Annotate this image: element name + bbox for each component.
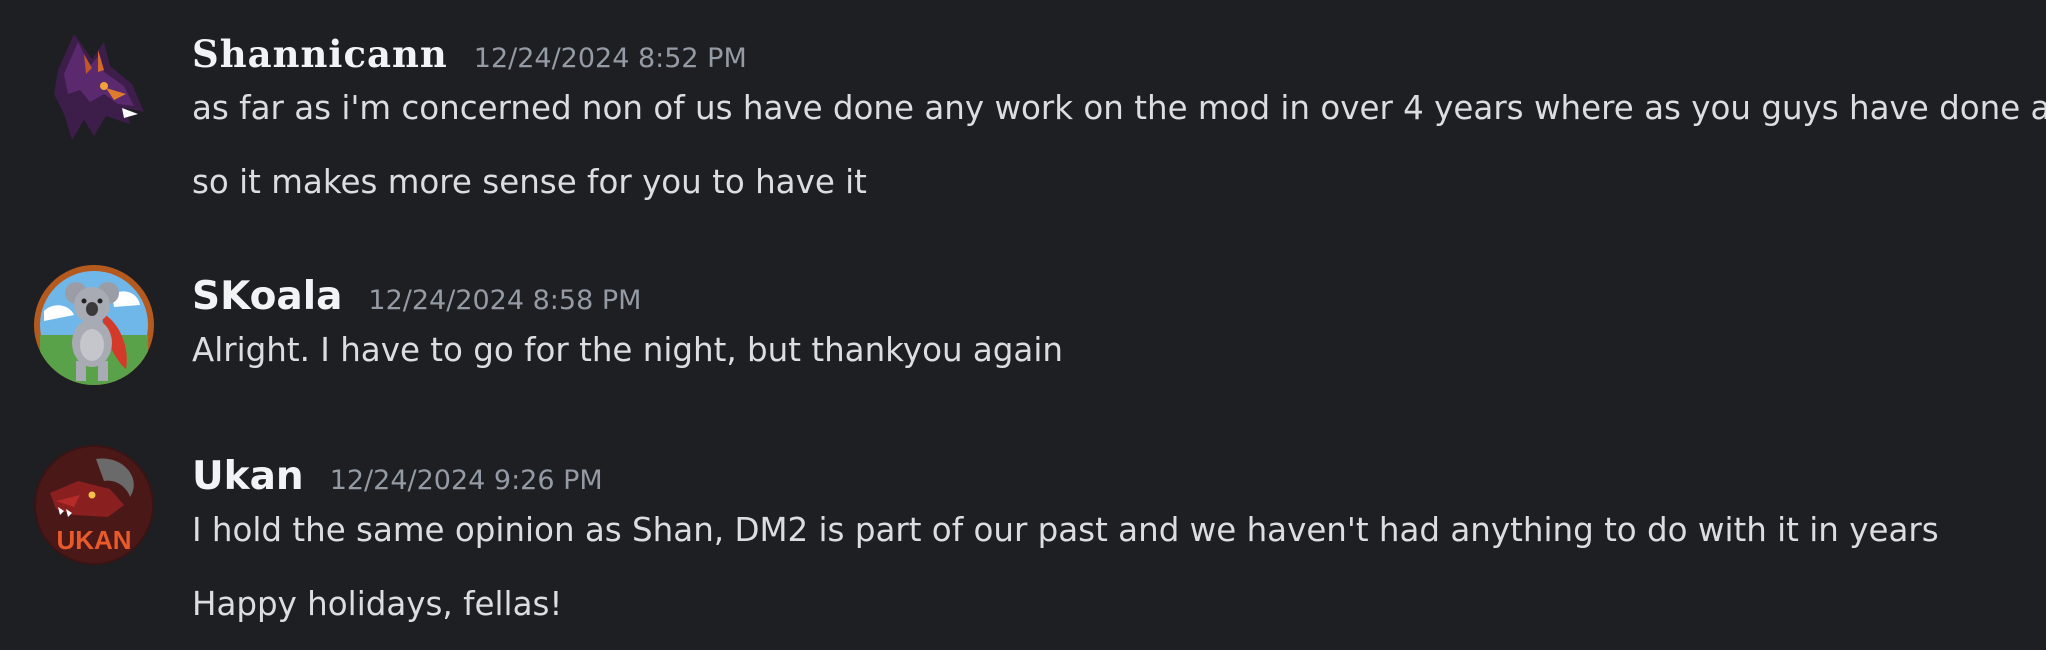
- message-text: as far as i'm concerned non of us have d…: [192, 89, 2046, 127]
- username[interactable]: Shannicann: [192, 32, 448, 76]
- koala-avatar-icon[interactable]: [34, 265, 154, 385]
- username[interactable]: Ukan: [192, 454, 304, 499]
- ukan-avatar-icon[interactable]: UKAN: [34, 445, 154, 565]
- dragon-avatar-icon[interactable]: [34, 24, 154, 144]
- message-text: Alright. I have to go for the night, but…: [192, 331, 1063, 369]
- message-text: I hold the same opinion as Shan, DM2 is …: [192, 511, 1939, 549]
- message-text: Happy holidays, fellas!: [192, 585, 563, 623]
- username[interactable]: SKoala: [192, 274, 342, 319]
- ukan-logo-text: UKAN: [56, 525, 131, 555]
- message-text: so it makes more sense for you to have i…: [192, 163, 867, 201]
- timestamp[interactable]: 12/24/2024 8:58 PM: [368, 285, 641, 316]
- timestamp[interactable]: 12/24/2024 9:26 PM: [330, 465, 603, 496]
- timestamp[interactable]: 12/24/2024 8:52 PM: [474, 43, 747, 74]
